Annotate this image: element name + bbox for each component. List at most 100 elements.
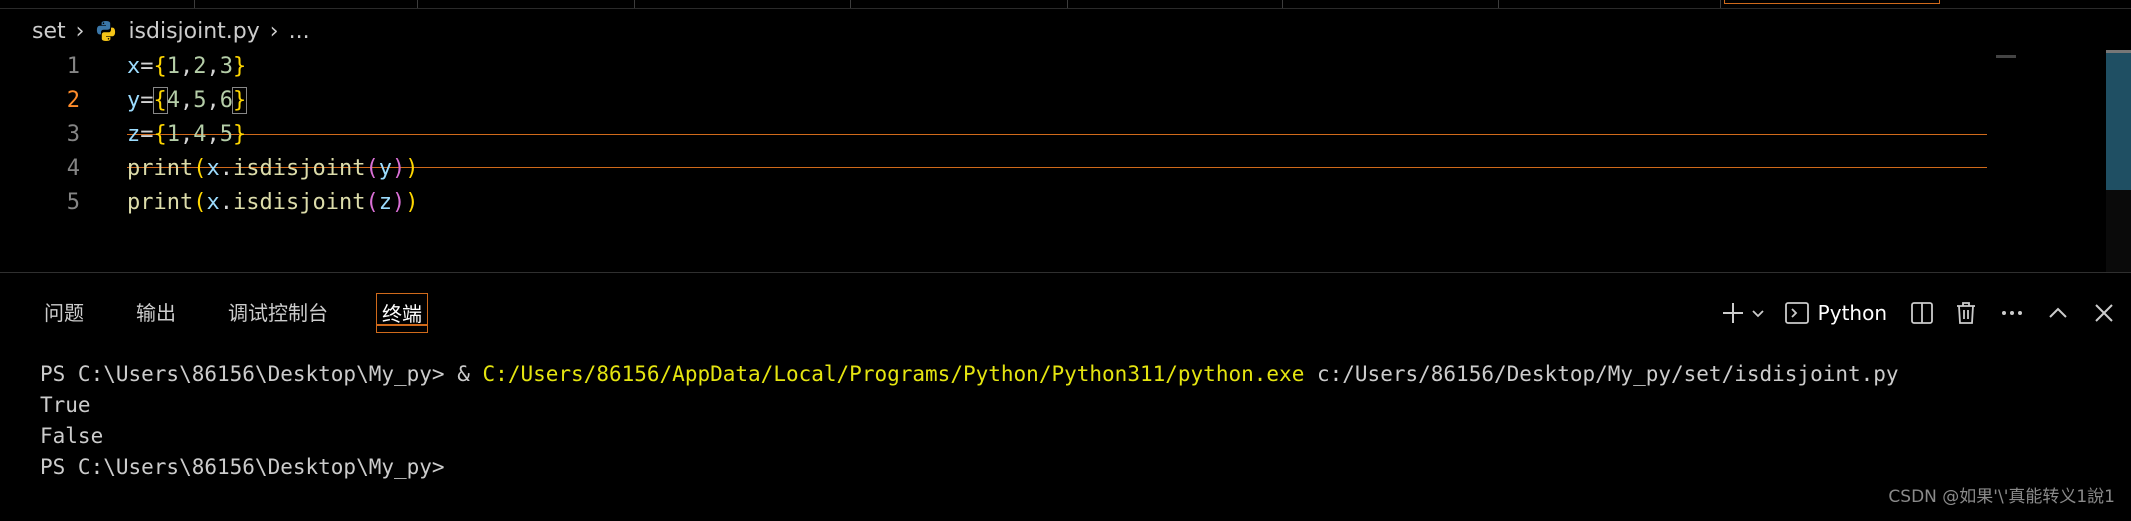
code-token: print	[127, 156, 194, 181]
terminal-call-operator: &	[457, 362, 483, 386]
terminal-script-path: c:/Users/86156/Desktop/My_py/set/isdisjo…	[1304, 362, 1899, 386]
code-editor[interactable]: 1 2 3 4 5 x={1,2,3} y={4,5,6} z={1,4,5} …	[0, 50, 2131, 272]
launch-profile-dropdown[interactable]	[1750, 297, 1766, 329]
code-token: {	[153, 54, 167, 79]
bottom-panel: 问题 输出 调试控制台 终端 Python PS C:\Users\86156\…	[0, 272, 2131, 521]
split-icon	[1911, 302, 1933, 324]
breadcrumb-file[interactable]: isdisjoint.py	[94, 18, 260, 44]
code-token: =	[140, 88, 154, 113]
code-token: ,	[206, 122, 220, 147]
code-token: isdisjoint	[232, 156, 366, 181]
tab-divider	[194, 0, 195, 8]
tab-divider	[1498, 0, 1499, 8]
tab-divider	[417, 0, 418, 8]
terminal-exe-path: C:/Users/86156/AppData/Local/Programs/Py…	[482, 362, 1305, 386]
plus-icon	[1722, 303, 1743, 323]
code-token: .	[219, 156, 233, 181]
tab-divider	[850, 0, 851, 8]
editor-tab-strip	[0, 0, 2131, 9]
code-token: )	[405, 190, 419, 215]
code-token: =	[140, 54, 154, 79]
new-terminal-button[interactable]	[1720, 297, 1746, 329]
tab-problems[interactable]: 问题	[40, 293, 88, 333]
code-line[interactable]: z={1,4,5}	[127, 122, 246, 147]
code-token: 4	[166, 88, 180, 113]
code-token: print	[127, 190, 194, 215]
code-token: ,	[180, 88, 194, 113]
code-token: (	[193, 156, 207, 181]
tab-terminal[interactable]: 终端	[376, 293, 428, 333]
chevron-up-icon	[2049, 307, 2067, 318]
code-token: )	[405, 156, 419, 181]
terminal-line: PS C:\Users\86156\Desktop\My_py> & C:/Us…	[40, 359, 1899, 390]
breadcrumb-folder[interactable]: set	[32, 19, 66, 44]
breadcrumb-file-label: isdisjoint.py	[128, 18, 260, 44]
overview-ruler-marker	[2106, 50, 2131, 53]
code-token: }	[231, 87, 248, 114]
code-line[interactable]: print(x.isdisjoint(z))	[127, 190, 418, 215]
code-token: (	[193, 190, 207, 215]
active-tab-indicator[interactable]	[1724, 0, 1940, 4]
code-line[interactable]: y={4,5,6}	[127, 87, 248, 114]
code-token: 2	[193, 54, 207, 79]
code-token: ,	[206, 54, 220, 79]
more-actions-button[interactable]	[1999, 297, 2025, 329]
code-token: ,	[180, 122, 194, 147]
code-token: y	[127, 88, 141, 113]
tab-divider	[634, 0, 635, 8]
kill-terminal-button[interactable]	[1953, 297, 1979, 329]
code-line[interactable]: x={1,2,3}	[127, 54, 246, 79]
code-token: ,	[206, 88, 220, 113]
code-token: z	[378, 190, 392, 215]
close-icon	[2095, 304, 2113, 322]
terminal-output[interactable]: PS C:\Users\86156\Desktop\My_py> & C:/Us…	[40, 359, 1899, 483]
code-token: x	[206, 156, 220, 181]
code-token: 6	[219, 88, 233, 113]
terminal-line: False	[40, 424, 104, 448]
code-token: }	[233, 54, 247, 79]
minimap-slider[interactable]	[1996, 55, 2016, 58]
code-token: ,	[180, 54, 194, 79]
panel-actions: Python	[1706, 293, 2117, 333]
terminal-icon	[1784, 302, 1809, 324]
line-number: 5	[66, 190, 80, 215]
chevron-right-icon: ›	[269, 18, 279, 44]
scrollbar-thumb[interactable]	[2106, 50, 2131, 190]
code-token: 1	[166, 54, 180, 79]
maximize-panel-button[interactable]	[2045, 297, 2071, 329]
tab-output[interactable]: 输出	[132, 293, 180, 333]
code-token: isdisjoint	[232, 190, 366, 215]
editor-scrollbar[interactable]	[2106, 50, 2131, 272]
breadcrumb: set › isdisjoint.py › ...	[0, 13, 310, 49]
terminal-profile-label: Python	[1817, 301, 1887, 325]
code-token: 3	[219, 54, 233, 79]
code-token: .	[219, 190, 233, 215]
chevron-right-icon: ›	[75, 18, 85, 44]
line-number: 4	[66, 156, 80, 181]
terminal-prompt: PS C:\Users\86156\Desktop\My_py>	[40, 455, 445, 479]
trash-icon	[1957, 302, 1975, 324]
terminal-line: True	[40, 393, 91, 417]
code-token: {	[152, 87, 168, 114]
tab-debug-console[interactable]: 调试控制台	[224, 293, 332, 333]
terminal-profile-button[interactable]: Python	[1784, 297, 1887, 329]
code-token: 5	[193, 88, 207, 113]
code-token: x	[127, 54, 141, 79]
chevron-down-icon	[1752, 310, 1764, 318]
tab-divider	[1720, 0, 1721, 8]
code-token: }	[233, 122, 247, 147]
close-panel-button[interactable]	[2091, 297, 2117, 329]
breadcrumb-more[interactable]: ...	[289, 19, 310, 44]
tab-divider	[1067, 0, 1068, 8]
watermark: CSDN @如果'\'真能转义1說1	[1888, 487, 2115, 507]
code-token: )	[391, 156, 406, 181]
code-line[interactable]: print(x.isdisjoint(y))	[127, 156, 418, 181]
code-token: =	[140, 122, 154, 147]
code-token: {	[153, 122, 167, 147]
line-number-current: 2	[66, 88, 80, 113]
code-token: y	[378, 156, 392, 181]
split-terminal-button[interactable]	[1909, 297, 1935, 329]
panel-tabs: 问题 输出 调试控制台 终端	[40, 293, 472, 333]
python-file-icon	[97, 21, 116, 41]
code-token: 5	[219, 122, 233, 147]
